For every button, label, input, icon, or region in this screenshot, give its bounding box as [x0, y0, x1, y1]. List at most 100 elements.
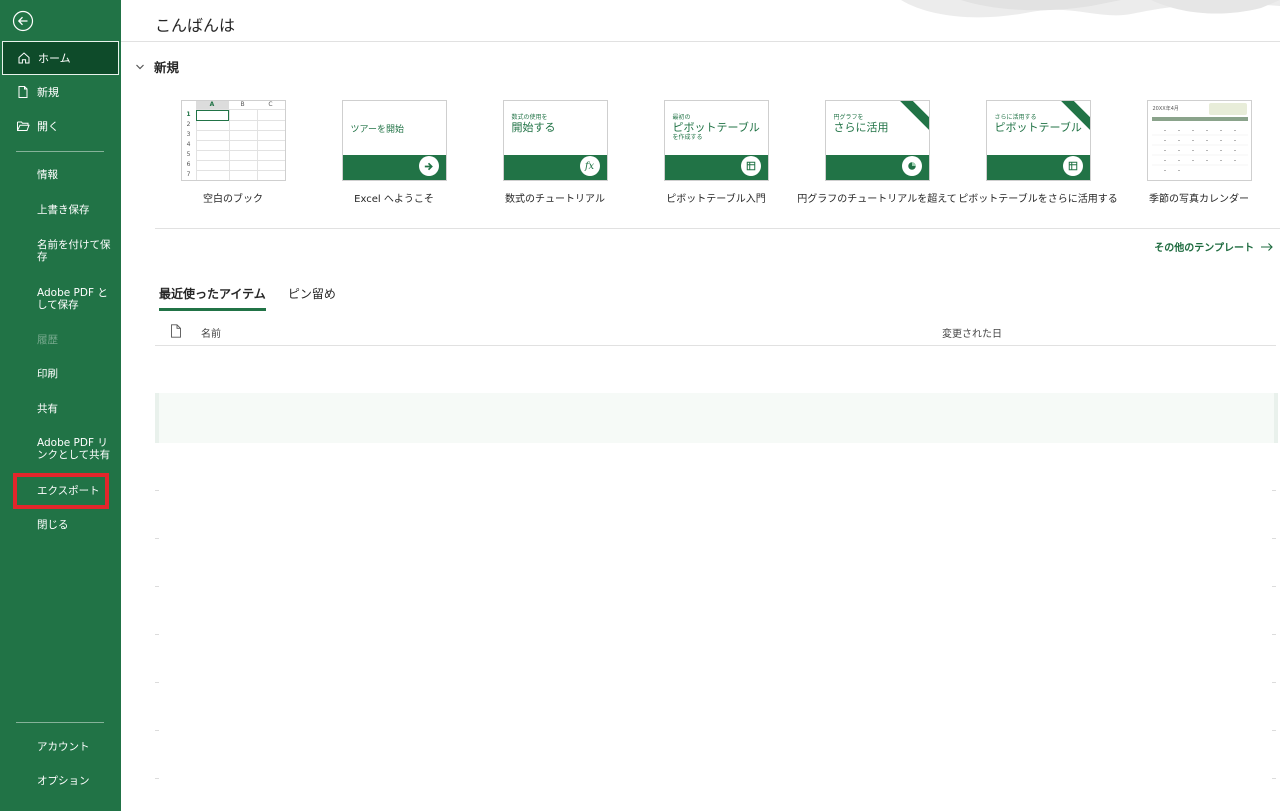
row-tick	[155, 778, 159, 779]
grid-col-header: A	[195, 101, 229, 109]
template-label: 空白のブック	[203, 194, 263, 205]
menu-print[interactable]: 印刷	[0, 366, 68, 382]
grid-line	[195, 170, 285, 171]
calendar-title: 20XX年4月	[1152, 106, 1179, 112]
grid-row-header: 4	[186, 141, 191, 148]
template-excel-welcome[interactable]: ツアーを開始 Excel へようこそ	[314, 100, 474, 205]
calendar-photo	[1208, 103, 1247, 115]
row-tick	[1272, 682, 1276, 683]
template-label: Excel へようこそ	[354, 194, 434, 205]
nav-open[interactable]: 開く	[0, 109, 121, 143]
row-tick	[155, 490, 159, 491]
thumb-title: さらに活用	[833, 120, 889, 134]
more-templates-link[interactable]: その他のテンプレート	[1154, 239, 1274, 254]
tab-pinned[interactable]: ピン留め	[288, 285, 336, 311]
new-section-toggle[interactable]: 新規	[135, 57, 179, 76]
grid-row-header: 1	[186, 111, 191, 118]
row-tick	[1272, 538, 1276, 539]
menu-share[interactable]: 共有	[0, 401, 68, 417]
nav-home[interactable]: ホーム	[2, 41, 119, 75]
tab-recent[interactable]: 最近使ったアイテム	[159, 285, 266, 311]
pie-chart-icon	[901, 156, 922, 176]
grid-row-header: 7	[186, 171, 191, 178]
file-list-row-hover[interactable]	[155, 393, 1278, 443]
thumb-title: ピボットテーブル	[672, 120, 760, 134]
grid-row-header: 2	[186, 121, 191, 128]
menu-options[interactable]: オプション	[0, 773, 100, 789]
column-name-header[interactable]: 名前	[201, 325, 221, 340]
new-section-title: 新規	[154, 60, 180, 75]
row-tick	[155, 586, 159, 587]
template-pivot-intro[interactable]: 最初の ピボットテーブル を作成する ピボットテーブル入門	[636, 100, 796, 205]
sidebar-separator	[16, 151, 104, 152]
file-list-header: 名前 変更された日	[155, 321, 1276, 346]
menu-close[interactable]: 閉じる	[0, 517, 79, 533]
export-highlight-box	[13, 473, 109, 509]
thumb-title: ツアーを開始	[350, 125, 404, 135]
back-button[interactable]	[12, 10, 34, 32]
template-blank-workbook[interactable]: A B C 1 2 3 4 5 6 7 空白のブック	[153, 100, 313, 205]
backstage-sidebar: ホーム 新規 開く 情報 上書き保存 名前を付けて保存 Adobe PDF とし…	[0, 0, 121, 811]
grid-selected-cell	[195, 110, 229, 121]
template-thumbnail: 円グラフを さらに活用	[824, 100, 930, 181]
grid-line	[195, 160, 285, 161]
nav-new[interactable]: 新規	[0, 75, 121, 109]
menu-save[interactable]: 上書き保存	[0, 202, 100, 218]
thumb-subtitle-2: を作成する	[672, 133, 703, 141]
arrow-right-icon	[418, 156, 439, 176]
thumb-text: さらに活用する ピボットテーブル	[994, 114, 1082, 135]
grid-line	[195, 130, 285, 131]
header-decoration	[901, 0, 1280, 18]
row-tick	[1272, 778, 1276, 779]
thumb-text: ツアーを開始	[351, 125, 404, 135]
template-label: 数式のチュートリアル	[505, 194, 605, 205]
nav-home-label: ホーム	[38, 52, 71, 65]
template-photo-calendar[interactable]: 20XX年4月 季節の写真カレンダー	[1119, 100, 1279, 205]
back-arrow-icon	[12, 10, 34, 32]
menu-share-adobe-pdf-link[interactable]: Adobe PDF リンクとして共有	[0, 435, 121, 463]
grid-line	[256, 109, 258, 180]
nav-new-label: 新規	[37, 86, 59, 99]
menu-account[interactable]: アカウント	[0, 739, 100, 755]
menu-save-as-adobe-pdf[interactable]: Adobe PDF として保存	[0, 285, 121, 313]
function-icon: fx	[579, 156, 600, 176]
template-label: ピボットテーブルをさらに活用する	[958, 194, 1118, 205]
template-thumbnail: 数式の使用を 開始する fx	[502, 100, 608, 181]
grid-line	[195, 150, 285, 151]
chevron-down-icon	[136, 64, 144, 69]
menu-info[interactable]: 情報	[0, 167, 68, 183]
menu-save-as[interactable]: 名前を付けて保存	[0, 237, 121, 265]
grid-row-header: 6	[186, 161, 191, 168]
header-divider	[121, 41, 1280, 42]
greeting-text: こんばんは	[155, 16, 236, 35]
thumb-title: ピボットテーブル	[994, 120, 1082, 134]
column-modified-header[interactable]: 変更された日	[942, 325, 1002, 340]
thumb-text: 円グラフを さらに活用	[833, 114, 889, 135]
template-thumbnail: A B C 1 2 3 4 5 6 7	[180, 100, 286, 181]
thumb-title: 開始する	[511, 120, 556, 134]
row-tick	[155, 634, 159, 635]
grid-line	[195, 140, 285, 141]
template-pie-chart-tutorial[interactable]: 円グラフを さらに活用 円グラフのチュートリアルを超えて	[797, 100, 957, 205]
thumb-text: 最初の ピボットテーブル を作成する	[672, 114, 760, 141]
folder-open-icon	[16, 119, 30, 133]
grid-col-header: C	[268, 101, 273, 108]
backstage-main: こんばんは 新規 A B C 1 2 3 4 5 6 7 空白のブック ツアーを…	[121, 0, 1280, 811]
home-icon	[17, 51, 31, 65]
template-label: 季節の写真カレンダー	[1149, 194, 1249, 205]
blank-grid-preview: A B C 1 2 3 4 5 6 7	[182, 101, 285, 180]
template-formula-tutorial[interactable]: 数式の使用を 開始する fx 数式のチュートリアル	[475, 100, 635, 205]
pivot-icon	[1062, 156, 1083, 176]
grid-line	[228, 109, 230, 180]
template-thumbnail: 20XX年4月	[1146, 100, 1252, 181]
more-templates-label: その他のテンプレート	[1154, 243, 1254, 254]
sidebar-separator-bottom	[16, 722, 104, 723]
template-pivot-advanced[interactable]: さらに活用する ピボットテーブル ピボットテーブルをさらに活用する	[958, 100, 1118, 205]
file-icon	[171, 324, 181, 338]
template-thumbnail: 最初の ピボットテーブル を作成する	[663, 100, 769, 181]
menu-history: 履歴	[37, 334, 58, 346]
pivot-icon	[740, 156, 761, 176]
row-tick	[1272, 490, 1276, 491]
grid-row-header: 5	[186, 151, 191, 158]
row-tick	[1272, 586, 1276, 587]
